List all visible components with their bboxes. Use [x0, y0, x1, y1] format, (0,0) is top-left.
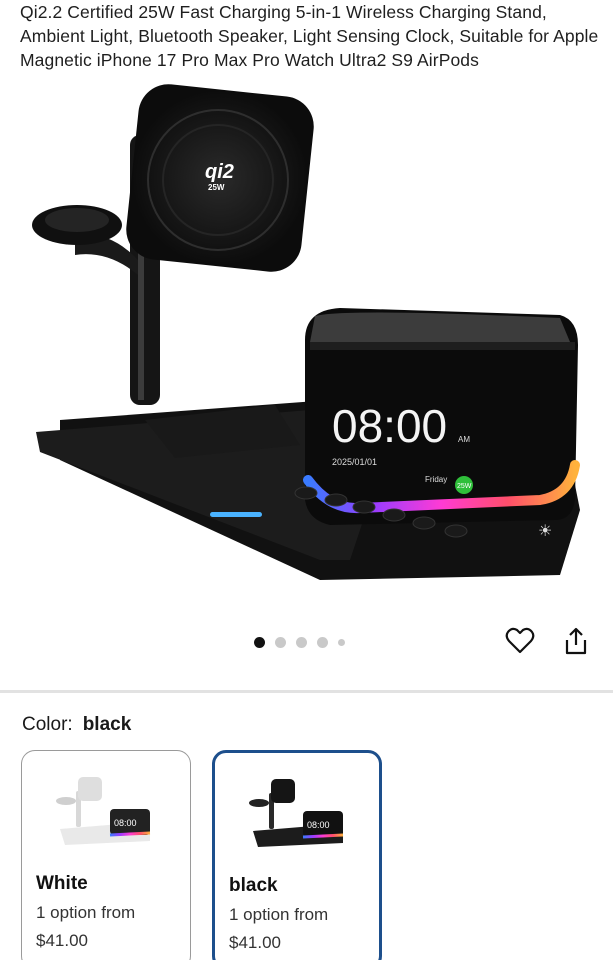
white-variant-thumbnail: 08:00: [56, 777, 151, 845]
gallery-pagination[interactable]: [254, 636, 345, 648]
option-availability: 1 option from: [229, 905, 329, 924]
section-divider: [0, 690, 613, 693]
clock-date: 2025/01/01: [332, 457, 377, 467]
product-title: Qi2.2 Certified 25W Fast Charging 5-in-1…: [20, 2, 599, 70]
pagination-dot[interactable]: [338, 638, 345, 646]
favorite-button[interactable]: [504, 625, 536, 657]
heart-icon: [505, 627, 535, 654]
svg-text:08:00: 08:00: [307, 820, 330, 830]
color-label: Color:: [22, 714, 73, 735]
qi-logo-bottom: 25W: [208, 183, 225, 192]
option-name: black: [229, 875, 278, 896]
pagination-dot[interactable]: [275, 636, 286, 648]
clock-ampm: AM: [458, 435, 470, 444]
pagination-dot[interactable]: [254, 636, 265, 648]
black-variant-thumbnail: 08:00: [249, 779, 344, 847]
clock-time: 08:00: [332, 400, 447, 452]
color-option-white[interactable]: 08:00 White 1 option from $41.00: [21, 750, 191, 960]
option-price: $41.00: [36, 931, 88, 950]
option-availability: 1 option from: [36, 903, 136, 922]
qi-logo-top: qi2: [205, 161, 234, 183]
svg-text:08:00: 08:00: [114, 818, 137, 828]
pagination-dot[interactable]: [296, 636, 307, 648]
option-name: White: [36, 873, 88, 894]
option-price: $41.00: [229, 933, 281, 952]
color-option-black[interactable]: 08:00 black 1 option from $41.00: [212, 750, 382, 960]
svg-text:☀: ☀: [538, 521, 552, 540]
clock-badge: 25W: [457, 483, 472, 490]
share-icon: [565, 627, 587, 655]
pagination-dot[interactable]: [317, 636, 328, 648]
share-button[interactable]: [560, 625, 592, 657]
color-selector-label: Color: black: [22, 713, 131, 737]
color-selected-value: black: [82, 714, 132, 735]
clock-day: Friday: [425, 475, 447, 484]
charging-stand-illustration: qi2 25W 08:00 AM 2025/01/01 Friday 25W ☀: [32, 84, 580, 580]
product-image[interactable]: qi2 25W 08:00 AM 2025/01/01 Friday 25W ☀: [0, 80, 613, 610]
